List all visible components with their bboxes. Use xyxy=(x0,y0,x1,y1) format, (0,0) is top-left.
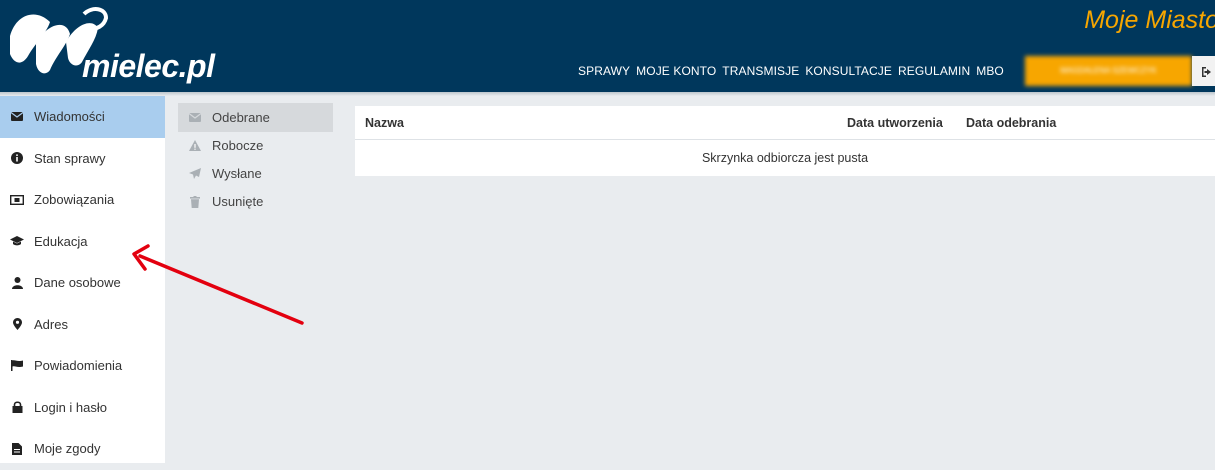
nav-konsultacje[interactable]: KONSULTACJE xyxy=(805,64,892,78)
logout-button[interactable] xyxy=(1192,56,1215,86)
main-nav: SPRAWY MOJE KONTO TRANSMISJE KONSULTACJE… xyxy=(578,64,1004,78)
folder-label: Robocze xyxy=(212,138,264,153)
sign-out-icon xyxy=(1202,66,1211,77)
sidebar-item-label: Wiadomości xyxy=(34,109,105,125)
envelope-icon xyxy=(188,111,202,125)
header-shadow xyxy=(0,92,1215,96)
folder-label: Usunięte xyxy=(212,194,264,209)
sidebar-item-label: Login i hasło xyxy=(34,399,107,415)
folder-usuniete[interactable]: Usunięte xyxy=(178,187,333,216)
sidebar-item-edukacja[interactable]: Edukacja xyxy=(0,221,165,263)
messages-table: Nazwa Data utworzenia Data odebrania Skr… xyxy=(355,106,1215,176)
trash-icon xyxy=(188,195,202,209)
sidebar-item-moje-zgody[interactable]: Moje zgody xyxy=(0,428,165,470)
paper-plane-icon xyxy=(188,167,202,181)
flag-icon xyxy=(10,359,24,373)
nav-moje-konto[interactable]: MOJE KONTO xyxy=(636,64,716,78)
brand-title: Moje Miasto xyxy=(1084,6,1215,34)
nav-sprawy[interactable]: SPRAWY xyxy=(578,64,630,78)
sidebar-item-label: Moje zgody xyxy=(34,441,101,457)
table-header: Nazwa Data utworzenia Data odebrania xyxy=(355,106,1215,140)
nav-transmisje[interactable]: TRANSMISJE xyxy=(722,64,799,78)
graduation-cap-icon xyxy=(10,234,24,248)
nav-regulamin[interactable]: REGULAMIN xyxy=(898,64,970,78)
message-folders: Odebrane Robocze Wysłane Usunięte xyxy=(178,103,333,215)
top-header: mielec.pl Moje Miasto SPRAWY MOJE KONTO … xyxy=(0,0,1215,92)
sidebar-item-zobowiazania[interactable]: Zobowiązania xyxy=(0,179,165,221)
warning-icon xyxy=(188,139,202,153)
sidebar-item-label: Stan sprawy xyxy=(34,150,106,166)
sidebar-item-label: Dane osobowe xyxy=(34,275,121,291)
map-marker-icon xyxy=(10,317,24,331)
sidebar-item-dane-osobowe[interactable]: Dane osobowe xyxy=(0,262,165,304)
sidebar-item-wiadomosci[interactable]: Wiadomości xyxy=(0,96,165,138)
folder-robocze[interactable]: Robocze xyxy=(178,131,333,160)
sidebar-item-stan-sprawy[interactable]: Stan sprawy xyxy=(0,138,165,180)
lock-icon xyxy=(10,400,24,414)
info-circle-icon xyxy=(10,151,24,165)
envelope-icon xyxy=(10,110,24,124)
folder-odebrane[interactable]: Odebrane xyxy=(178,103,333,132)
column-header-data-utworzenia[interactable]: Data utworzenia xyxy=(847,116,943,130)
folder-label: Wysłane xyxy=(212,166,262,181)
sidebar-item-label: Edukacja xyxy=(34,233,88,249)
folder-wyslane[interactable]: Wysłane xyxy=(178,159,333,188)
logo-text[interactable]: mielec.pl xyxy=(82,48,215,85)
sidebar-item-label: Adres xyxy=(34,316,68,332)
sidebar-item-powiadomienia[interactable]: Powiadomienia xyxy=(0,345,165,387)
column-header-nazwa[interactable]: Nazwa xyxy=(365,116,404,130)
sidebar-item-label: Zobowiązania xyxy=(34,192,115,208)
user-account-button[interactable]: MAGDALENA SZEWCZYK xyxy=(1025,56,1192,86)
file-icon xyxy=(10,442,24,456)
account-sidebar: Wiadomości Stan sprawy Zobowiązania Eduk… xyxy=(0,96,165,463)
user-icon xyxy=(10,276,24,290)
sidebar-item-label: Powiadomienia xyxy=(34,358,123,374)
column-header-data-odebrania[interactable]: Data odebrania xyxy=(966,116,1056,130)
sidebar-item-adres[interactable]: Adres xyxy=(0,304,165,346)
empty-inbox-message: Skrzynka odbiorcza jest pusta xyxy=(701,151,869,165)
sidebar-item-login-i-haslo[interactable]: Login i hasło xyxy=(0,387,165,429)
nav-mbo[interactable]: MBO xyxy=(976,64,1004,78)
folder-label: Odebrane xyxy=(212,110,270,125)
money-icon xyxy=(10,193,24,207)
